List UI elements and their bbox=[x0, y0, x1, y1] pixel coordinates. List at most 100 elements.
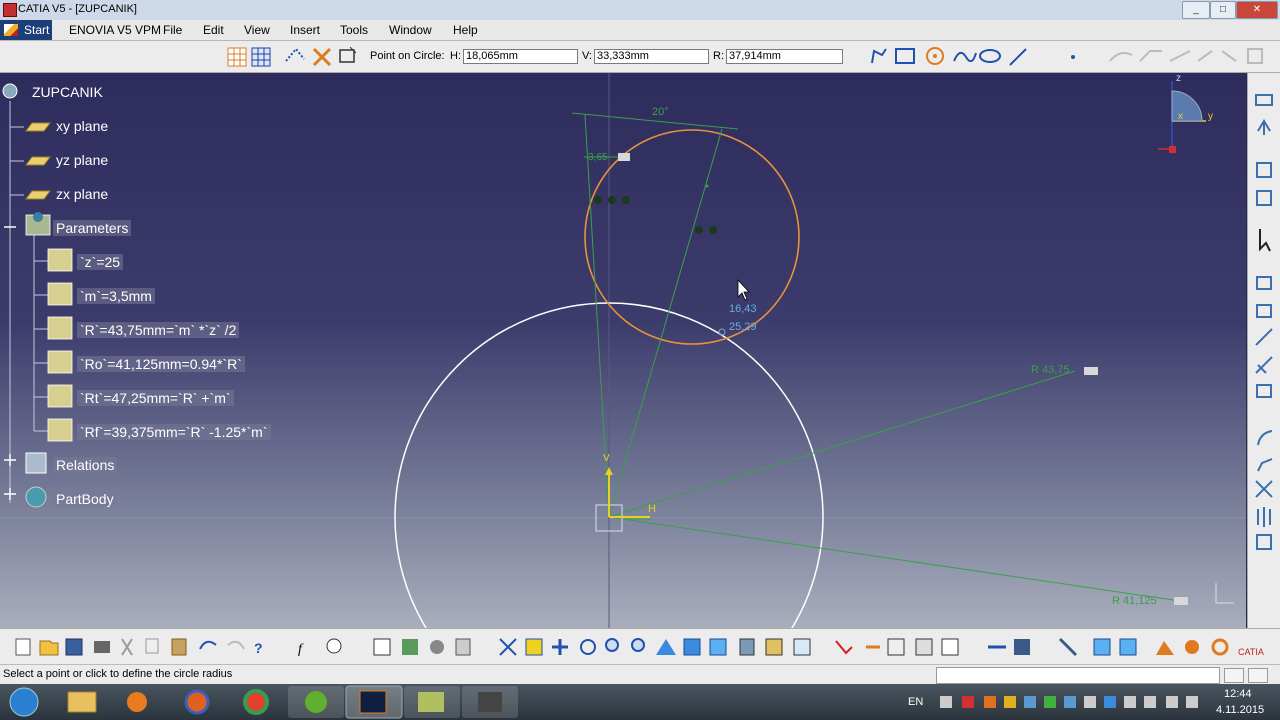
ellipse-icon[interactable] bbox=[979, 49, 1001, 63]
multi-view-icon[interactable] bbox=[683, 638, 701, 656]
circle-icon[interactable] bbox=[926, 47, 944, 65]
menu-insert[interactable]: Insert bbox=[290, 23, 320, 37]
normal-view-icon[interactable] bbox=[656, 639, 676, 655]
minimize-button[interactable]: _ bbox=[1182, 1, 1210, 19]
law-icon[interactable] bbox=[402, 639, 418, 655]
hide-show-icon[interactable] bbox=[765, 638, 783, 656]
input-language[interactable]: EN bbox=[908, 696, 923, 708]
status-button-1[interactable] bbox=[1224, 668, 1244, 683]
redo-icon[interactable] bbox=[227, 640, 245, 650]
grid-icon[interactable] bbox=[227, 47, 247, 67]
chamfer-icon[interactable] bbox=[1257, 458, 1273, 472]
fit-all-icon[interactable] bbox=[525, 638, 543, 656]
menu-help[interactable]: Help bbox=[453, 23, 478, 37]
cut-icon[interactable] bbox=[121, 638, 133, 656]
chrome-icon[interactable] bbox=[243, 689, 269, 715]
status-button-2[interactable] bbox=[1248, 668, 1268, 683]
save-icon[interactable] bbox=[65, 638, 83, 656]
zoom-in-icon[interactable] bbox=[605, 638, 619, 652]
radius-dimension-2[interactable]: R 41,125 bbox=[1112, 595, 1157, 607]
apply-material-icon[interactable] bbox=[1093, 638, 1111, 656]
dimensional-icon[interactable] bbox=[941, 638, 959, 656]
paste-icon[interactable] bbox=[171, 638, 187, 656]
mirror-icon[interactable] bbox=[1257, 507, 1271, 527]
catalog-icon[interactable] bbox=[1119, 638, 1137, 656]
exit-workbench-icon[interactable] bbox=[1255, 94, 1273, 106]
menu-tools[interactable]: Tools bbox=[340, 23, 368, 37]
block-icon[interactable] bbox=[1256, 162, 1272, 178]
select-mode-icon[interactable] bbox=[1058, 637, 1078, 657]
start-menu[interactable]: Start bbox=[0, 20, 52, 40]
shading-icon[interactable] bbox=[739, 638, 755, 656]
output-feature-icon[interactable] bbox=[1256, 190, 1272, 206]
close-button[interactable]: ✕ bbox=[1236, 1, 1278, 19]
open-icon[interactable] bbox=[39, 640, 59, 656]
menu-edit[interactable]: Edit bbox=[203, 23, 224, 37]
chamfer-feature-icon[interactable] bbox=[1185, 640, 1199, 654]
corner-icon[interactable] bbox=[1257, 430, 1273, 446]
v-coordinate-field[interactable] bbox=[594, 49, 709, 64]
design-table-icon[interactable] bbox=[373, 638, 391, 656]
menu-file[interactable]: File bbox=[163, 23, 182, 37]
select-icon[interactable] bbox=[1259, 229, 1271, 252]
h-coordinate-field[interactable] bbox=[463, 49, 578, 64]
media-player-icon[interactable] bbox=[127, 692, 147, 712]
profile-icon[interactable] bbox=[871, 48, 887, 64]
constraint-icon[interactable] bbox=[1255, 328, 1273, 346]
visu-3d-icon[interactable] bbox=[887, 638, 905, 656]
whats-this-icon[interactable]: ? bbox=[254, 640, 263, 656]
snap-to-point-icon[interactable] bbox=[251, 47, 271, 67]
pan-icon[interactable] bbox=[552, 639, 568, 655]
parameter-explorer-icon[interactable] bbox=[455, 638, 471, 656]
command-input[interactable] bbox=[936, 667, 1220, 684]
sketch-viewport[interactable]: 20° 3,65 16,43 25,29 R 43,75 R 41,125 H … bbox=[0, 73, 1246, 628]
small-dimension[interactable]: 3,65 bbox=[588, 152, 607, 163]
tooth-circle-preview[interactable] bbox=[584, 129, 800, 345]
line-icon[interactable] bbox=[1009, 48, 1027, 66]
print-icon[interactable] bbox=[94, 641, 110, 653]
menu-window[interactable]: Window bbox=[389, 23, 432, 37]
quick-view-icon[interactable] bbox=[709, 638, 727, 656]
knowledge-icon[interactable] bbox=[430, 640, 444, 654]
fly-mode-icon[interactable] bbox=[499, 638, 517, 656]
clock-date[interactable]: 4.11.2015 bbox=[1216, 704, 1264, 716]
geometric-constraints-icon[interactable] bbox=[312, 47, 332, 67]
copy-icon[interactable] bbox=[145, 638, 159, 654]
tray-icons[interactable] bbox=[940, 696, 1198, 708]
project-3d-icon[interactable] bbox=[1256, 534, 1272, 550]
windows-start-icon[interactable] bbox=[9, 687, 39, 717]
create-sketch-icon[interactable] bbox=[1257, 119, 1271, 135]
undo-icon[interactable] bbox=[199, 640, 217, 650]
spline-icon[interactable] bbox=[953, 51, 977, 63]
radius-field[interactable] bbox=[726, 49, 843, 64]
explorer-icon[interactable] bbox=[67, 691, 97, 713]
menu-view[interactable]: View bbox=[244, 23, 270, 37]
rectangle-icon[interactable] bbox=[895, 48, 915, 64]
sketch-icon-2[interactable] bbox=[1256, 304, 1272, 318]
edit-multi-constraint-icon[interactable] bbox=[1256, 384, 1272, 398]
firefox-icon[interactable] bbox=[184, 689, 210, 715]
measure-icon[interactable] bbox=[1014, 639, 1030, 655]
fillet-icon[interactable] bbox=[1156, 641, 1174, 655]
trim-icon[interactable] bbox=[1255, 480, 1273, 498]
clock-time[interactable]: 12:44 bbox=[1224, 688, 1252, 700]
formula-icon[interactable]: f bbox=[298, 642, 304, 657]
dimensional-constraints-icon[interactable] bbox=[339, 46, 357, 63]
windows-taskbar: EN 12:44 4.11.2015 bbox=[0, 684, 1280, 720]
cut-part-by-sketch-icon[interactable] bbox=[835, 640, 853, 655]
maximize-button[interactable]: □ bbox=[1210, 1, 1236, 19]
rotate-icon[interactable] bbox=[580, 639, 596, 655]
diagnosis-icon[interactable] bbox=[915, 638, 933, 656]
new-icon[interactable] bbox=[15, 638, 31, 656]
menu-enovia[interactable]: ENOVIA V5 VPM bbox=[69, 23, 161, 37]
animate-constraint-icon[interactable] bbox=[1255, 356, 1273, 374]
angle-dimension[interactable]: 20° bbox=[652, 106, 669, 118]
zoom-out-icon[interactable] bbox=[631, 638, 645, 652]
draft-icon[interactable] bbox=[1211, 638, 1229, 656]
radius-dimension-1[interactable]: R 43,75 bbox=[1031, 364, 1070, 376]
point-icon[interactable] bbox=[1071, 55, 1075, 59]
construction-element-icon[interactable] bbox=[285, 47, 305, 62]
sketch-icon-1[interactable] bbox=[1256, 276, 1272, 290]
swap-visible-icon[interactable] bbox=[793, 638, 811, 656]
knowledge-advisor-icon[interactable] bbox=[326, 638, 342, 654]
